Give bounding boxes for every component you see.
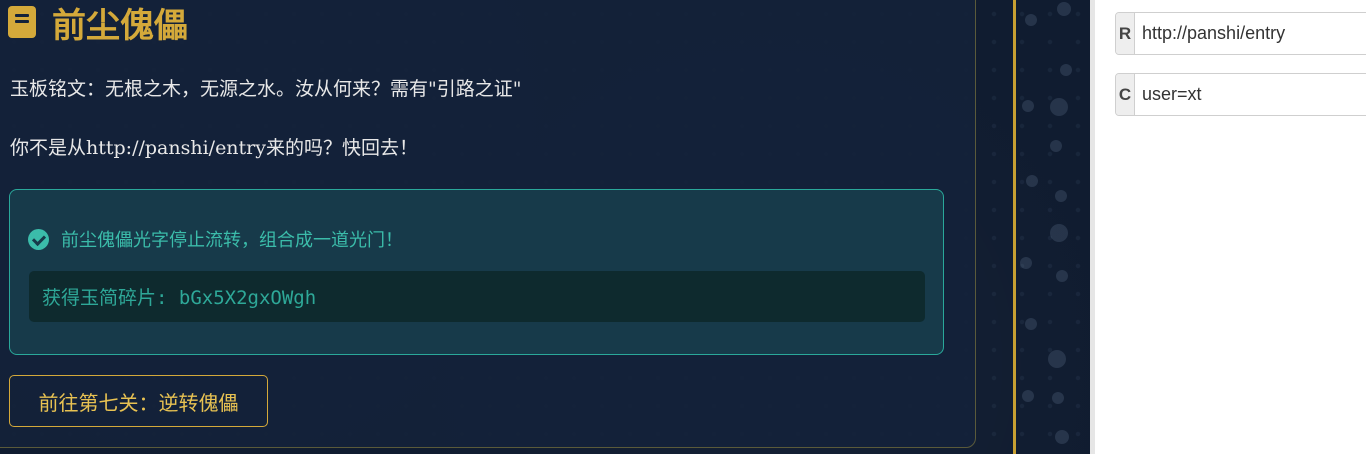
fragment-text: 获得玉简碎片: bGx5X2gxOWgh	[42, 287, 317, 309]
cookie-tag: C	[1116, 74, 1135, 115]
success-box: 前尘傀儡光字停止流转，组合成一道光门！ 获得玉简碎片: bGx5X2gxOWgh	[9, 189, 944, 355]
referer-input[interactable]	[1135, 13, 1366, 54]
success-message: 前尘傀儡光字停止流转，组合成一道光门！	[28, 226, 403, 252]
cookie-input[interactable]	[1135, 74, 1366, 115]
header-panel: R C	[1090, 0, 1366, 454]
success-message-text: 前尘傀儡光字停止流转，组合成一道光门！	[61, 230, 403, 251]
book-icon	[8, 6, 36, 38]
page-title: 前尘傀儡	[8, 2, 188, 46]
game-area: 前尘傀儡 玉板铭文：无根之木，无源之水。汝从何来？需有"引路之证" 你不是从ht…	[0, 0, 1090, 454]
gold-divider	[1013, 0, 1016, 454]
title-text: 前尘傀儡	[52, 5, 188, 46]
referer-tag: R	[1116, 13, 1135, 54]
next-level-button[interactable]: 前往第七关：逆转傀儡	[9, 375, 268, 427]
fragment-display: 获得玉简碎片: bGx5X2gxOWgh	[29, 271, 925, 322]
cookie-field: C	[1115, 73, 1366, 116]
check-circle-icon	[28, 228, 49, 250]
inscription-text: 玉板铭文：无根之木，无源之水。汝从何来？需有"引路之证"	[10, 78, 522, 100]
referer-field: R	[1115, 12, 1366, 55]
warning-text: 你不是从http://panshi/entry来的吗？快回去！	[10, 137, 418, 159]
